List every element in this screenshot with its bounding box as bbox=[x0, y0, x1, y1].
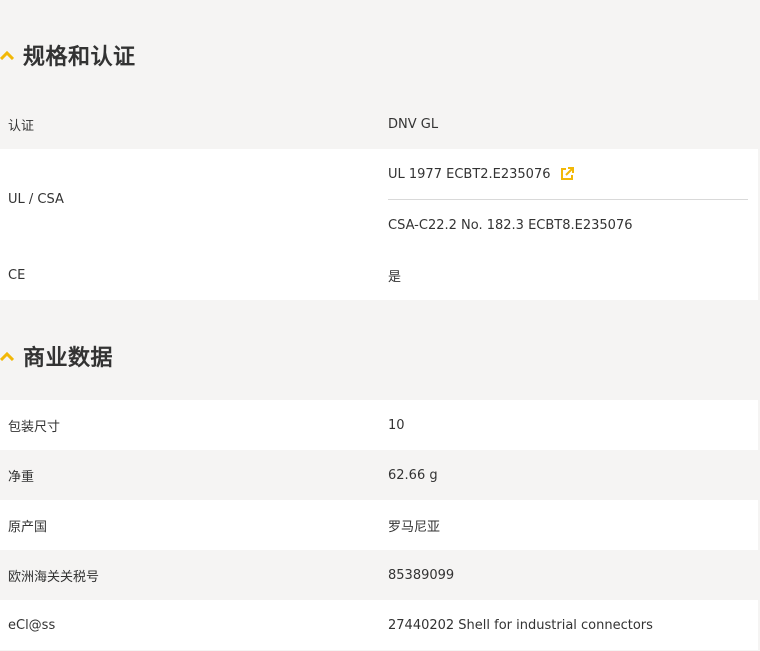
chevron-up-icon[interactable] bbox=[0, 49, 16, 61]
product-spec-page: 规格和认证 认证 DNV GL UL / CSA UL 1977 ECBT2.E… bbox=[0, 0, 760, 651]
row-key: 包装尺寸 bbox=[8, 419, 61, 435]
value-item: UL 1977 ECBT2.E235076 bbox=[388, 149, 748, 199]
row-key: 原产国 bbox=[8, 519, 48, 535]
table-row: 认证 DNV GL bbox=[0, 99, 758, 149]
table-row: 净重 62.66 g bbox=[0, 450, 758, 500]
table-row: eCl@ss 27440202 Shell for industrial con… bbox=[0, 600, 758, 650]
row-value: 是 bbox=[388, 269, 402, 285]
row-value: 62.66 g bbox=[388, 467, 438, 483]
row-value: 10 bbox=[388, 417, 405, 433]
value-item: CSA-C22.2 No. 182.3 ECBT8.E235076 bbox=[388, 199, 748, 250]
section-header-commercial-data[interactable]: 商业数据 bbox=[0, 331, 758, 381]
row-key: eCl@ss bbox=[8, 617, 56, 633]
specs-certifications-table: 认证 DNV GL UL / CSA UL 1977 ECBT2.E235076 bbox=[0, 99, 758, 300]
row-values: UL 1977 ECBT2.E235076 CSA-C22.2 No. 182.… bbox=[380, 149, 758, 250]
section-title: 规格和认证 bbox=[23, 45, 136, 70]
chevron-up-icon[interactable] bbox=[0, 350, 16, 362]
table-row: 原产国 罗马尼亚 bbox=[0, 500, 758, 550]
row-key: 净重 bbox=[8, 469, 35, 485]
row-key: 认证 bbox=[8, 118, 35, 134]
row-value: DNV GL bbox=[388, 116, 439, 132]
section-header-specs-certifications[interactable]: 规格和认证 bbox=[0, 30, 758, 80]
table-row: UL / CSA UL 1977 ECBT2.E235076 CSA-C22.2… bbox=[0, 149, 758, 250]
row-value: 27440202 Shell for industrial connectors bbox=[388, 617, 653, 633]
row-key: 欧洲海关关税号 bbox=[8, 569, 100, 585]
row-key: CE bbox=[8, 267, 26, 283]
row-value: 罗马尼亚 bbox=[388, 519, 441, 535]
row-key: UL / CSA bbox=[8, 192, 64, 207]
csa-certification-text: CSA-C22.2 No. 182.3 ECBT8.E235076 bbox=[388, 217, 633, 233]
commercial-data-table: 包装尺寸 10 净重 62.66 g 原产国 罗马尼亚 欧洲海关关税号 8538… bbox=[0, 400, 758, 650]
external-link-icon[interactable] bbox=[559, 166, 575, 182]
table-row: 欧洲海关关税号 85389099 bbox=[0, 550, 758, 600]
ul-certification-link[interactable]: UL 1977 ECBT2.E235076 bbox=[388, 167, 551, 182]
section-title: 商业数据 bbox=[23, 346, 114, 371]
table-row: 包装尺寸 10 bbox=[0, 400, 758, 450]
table-row: CE 是 bbox=[0, 250, 758, 300]
row-value: 85389099 bbox=[388, 567, 455, 583]
